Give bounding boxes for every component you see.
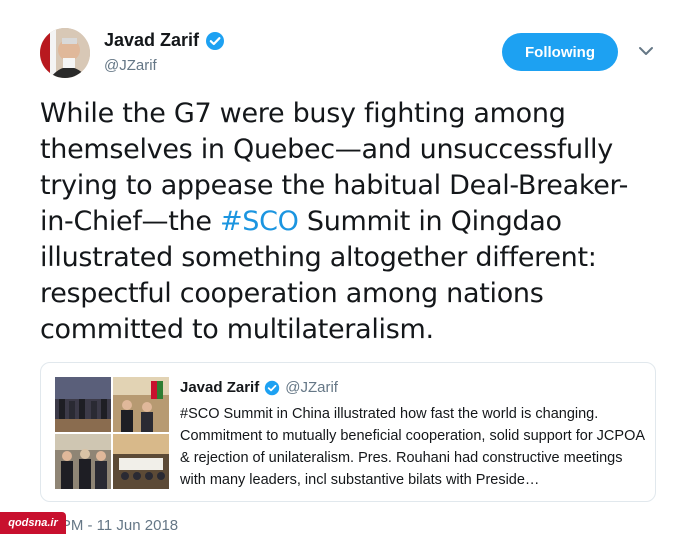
quoted-tweet-header: Javad Zarif @JZarif (180, 379, 338, 396)
watermark-logo: qodsna.ir (0, 512, 66, 534)
quoted-tweet-media[interactable] (55, 377, 169, 489)
media-thumbnail[interactable] (113, 377, 169, 432)
media-thumbnail[interactable] (113, 434, 169, 489)
chevron-down-icon[interactable] (637, 44, 655, 58)
verified-badge-icon (206, 31, 225, 50)
quoted-tweet-card[interactable]: Javad Zarif @JZarif #SCO Summit in China… (40, 362, 656, 502)
verified-badge-icon (265, 380, 280, 395)
following-button[interactable]: Following (502, 33, 618, 71)
quoted-tweet-text: #SCO Summit in China illustrated how fas… (180, 406, 645, 488)
tweet-text: While the G7 were busy fighting among th… (40, 96, 640, 348)
hashtag-link[interactable]: #SCO (220, 206, 299, 237)
author-handle[interactable]: @JZarif (104, 57, 225, 74)
media-thumbnail[interactable] (55, 434, 111, 489)
media-thumbnail[interactable] (55, 377, 111, 432)
author-name-row[interactable]: Javad Zarif (104, 30, 225, 51)
quoted-author-name[interactable]: Javad Zarif (180, 379, 259, 396)
author-name[interactable]: Javad Zarif (104, 30, 199, 51)
author-avatar[interactable] (40, 28, 90, 78)
quoted-author-handle[interactable]: @JZarif (285, 379, 338, 396)
author-header: Javad Zarif @JZarif (104, 30, 225, 74)
